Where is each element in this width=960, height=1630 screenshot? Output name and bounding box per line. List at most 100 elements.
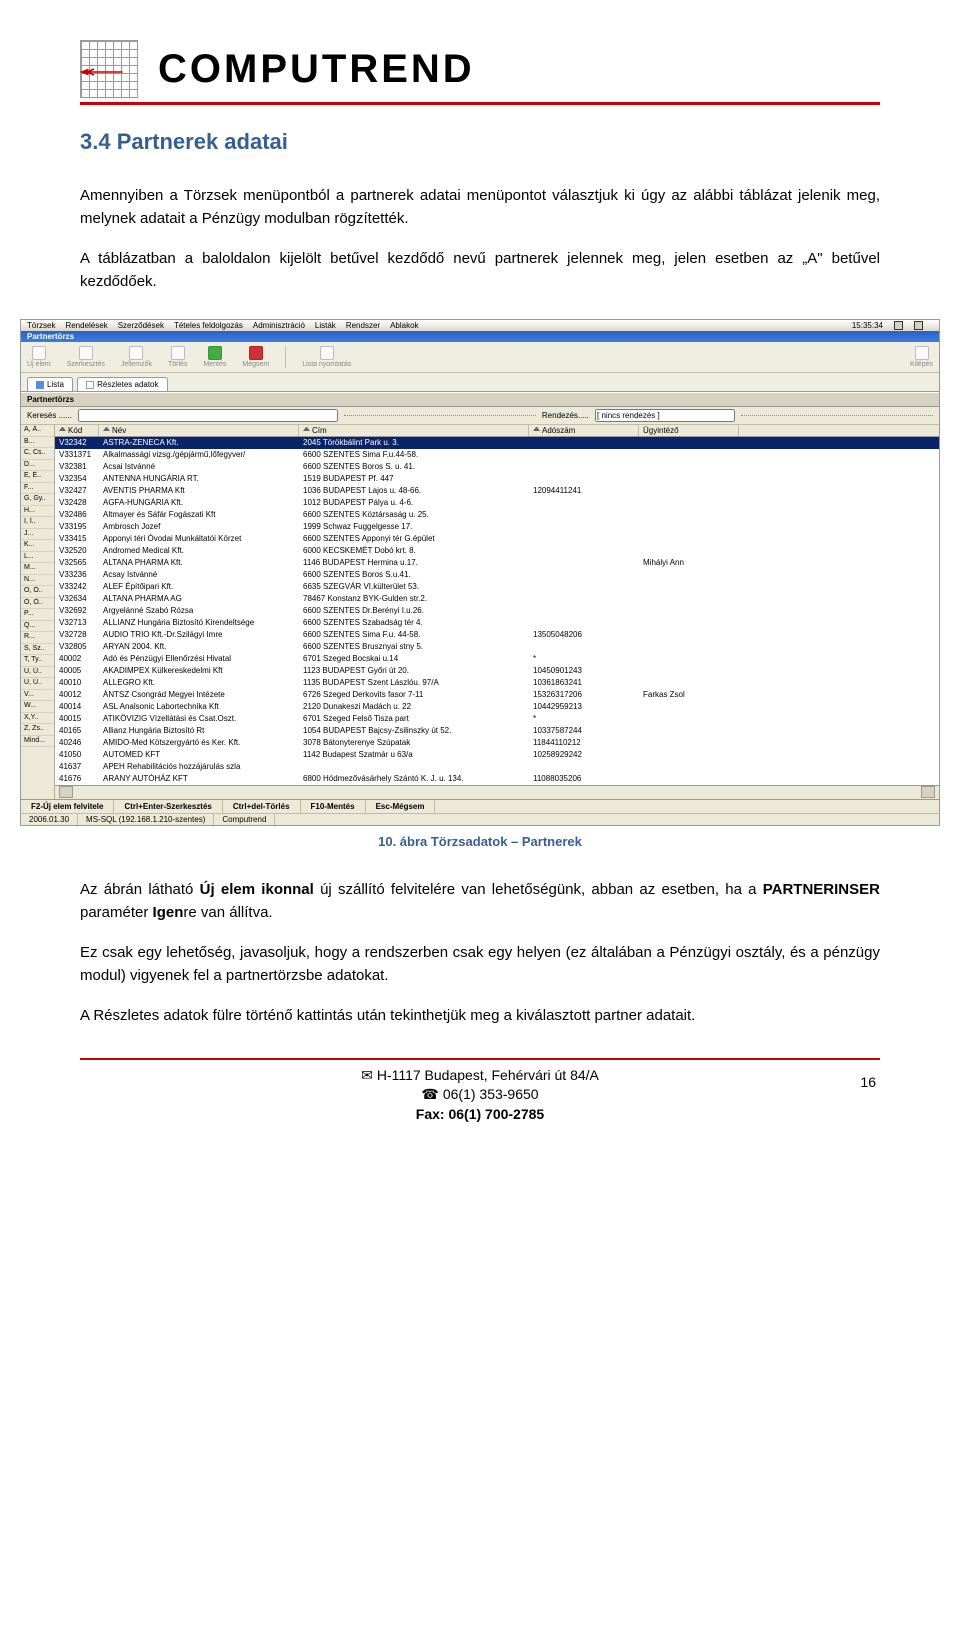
table-row[interactable]: V32381Acsai Istvánné6600 SZENTES Boros S… bbox=[55, 461, 939, 473]
table-row[interactable]: 40010ALLEGRO Kft.1135 BUDAPEST Szent Lás… bbox=[55, 677, 939, 689]
alpha-item[interactable]: E, É.. bbox=[21, 471, 54, 483]
alpha-item[interactable]: X,Y.. bbox=[21, 713, 54, 725]
table-row[interactable]: V32428AGFA-HUNGÁRIA Kft.1012 BUDAPEST Pá… bbox=[55, 497, 939, 509]
table-row[interactable]: V32728AUDIO TRIO Kft.-Dr.Szilágyi Imre66… bbox=[55, 629, 939, 641]
alpha-item[interactable]: Z, Zs.. bbox=[21, 724, 54, 736]
alpha-item[interactable]: B... bbox=[21, 437, 54, 449]
table-row[interactable]: V32342ASTRA-ZENECA Kft.2045 Törökbálint … bbox=[55, 437, 939, 449]
table-row[interactable]: 40002Adó és Pénzügyi Ellenőrzési Hivatal… bbox=[55, 653, 939, 665]
alpha-item[interactable]: V... bbox=[21, 690, 54, 702]
app-screenshot: Törzsek Rendelések Szerződések Tételes f… bbox=[20, 319, 940, 826]
alpha-item[interactable]: F... bbox=[21, 483, 54, 495]
menu-item[interactable]: Tételes feldolgozás bbox=[174, 321, 243, 330]
panel-title: Partnertörzs bbox=[21, 392, 939, 407]
alpha-item[interactable]: M... bbox=[21, 563, 54, 575]
grid-body[interactable]: V32342ASTRA-ZENECA Kft.2045 Törökbálint … bbox=[55, 437, 939, 785]
table-row[interactable]: V32427AVENTIS PHARMA Kft1036 BUDAPEST La… bbox=[55, 485, 939, 497]
document-icon bbox=[86, 381, 94, 389]
menu-item[interactable]: Rendelések bbox=[65, 321, 107, 330]
tb-cancel[interactable]: Mégsem bbox=[242, 346, 269, 368]
table-row[interactable]: 40165Allianz Hungária Biztosító Rt1054 B… bbox=[55, 725, 939, 737]
alpha-item[interactable]: P... bbox=[21, 609, 54, 621]
menu-item[interactable]: Listák bbox=[315, 321, 336, 330]
menu-item[interactable]: Rendszer bbox=[346, 321, 380, 330]
tb-new[interactable]: Új elem bbox=[27, 346, 51, 368]
table-row[interactable]: 40005AKADIMPEX Külkereskedelmi Kft1123 B… bbox=[55, 665, 939, 677]
figure-caption: 10. ábra Törzsadatok – Partnerek bbox=[80, 834, 880, 849]
table-row[interactable]: 41637APEH Rehabilitációs hozzájárulás sz… bbox=[55, 761, 939, 773]
minimize-icon[interactable] bbox=[894, 321, 903, 330]
alpha-item[interactable]: H... bbox=[21, 506, 54, 518]
paragraph-2: A táblázatban a baloldalon kijelölt betű… bbox=[80, 248, 880, 293]
alpha-item[interactable]: C, Cs.. bbox=[21, 448, 54, 460]
scroll-right-icon[interactable] bbox=[921, 786, 935, 798]
alpha-item[interactable]: R... bbox=[21, 632, 54, 644]
table-row[interactable]: V32565ALTANA PHARMA Kft.1146 BUDAPEST He… bbox=[55, 557, 939, 569]
table-row[interactable]: 40012ÁNTSZ Csongrád Megyei Intézete6726 … bbox=[55, 689, 939, 701]
col-ado[interactable]: Adószám bbox=[529, 425, 639, 436]
table-row[interactable]: V32713ALLIANZ Hungária Biztosító Kirende… bbox=[55, 617, 939, 629]
alpha-item[interactable]: U, Ú.. bbox=[21, 667, 54, 679]
sort-input[interactable] bbox=[595, 409, 735, 422]
table-row[interactable]: V32486Altmayer és Sáfár Fogászati Kft660… bbox=[55, 509, 939, 521]
horizontal-scrollbar[interactable] bbox=[55, 785, 939, 799]
alpha-item[interactable]: S, Sz.. bbox=[21, 644, 54, 656]
table-row[interactable]: 40014ASL Analsonic Labortechnika Kft2120… bbox=[55, 701, 939, 713]
tb-exit[interactable]: Kilépés bbox=[910, 346, 933, 368]
footer-rule bbox=[80, 1058, 880, 1060]
status-bar: 2006.01.30 MS-SQL (192.168.1.210-szentes… bbox=[21, 813, 939, 825]
table-row[interactable]: V32354ANTENNA HUNGÁRIA RT.1519 BUDAPEST … bbox=[55, 473, 939, 485]
table-row[interactable]: 41050AUTOMED KFT1142 Budapest Szatmár u … bbox=[55, 749, 939, 761]
alpha-item[interactable]: G, Gy.. bbox=[21, 494, 54, 506]
alpha-item[interactable]: K... bbox=[21, 540, 54, 552]
alpha-item[interactable]: Q... bbox=[21, 621, 54, 633]
table-row[interactable]: V32634ALTANA PHARMA AG78467 Konstanz BYK… bbox=[55, 593, 939, 605]
alpha-item[interactable]: L... bbox=[21, 552, 54, 564]
alpha-item[interactable]: Ö, Ő.. bbox=[21, 598, 54, 610]
alpha-item[interactable]: Mind... bbox=[21, 736, 54, 748]
menu-item[interactable]: Törzsek bbox=[27, 321, 55, 330]
search-input[interactable] bbox=[78, 409, 338, 422]
table-row[interactable]: 40246AMIDO-Med Kötszergyártó és Ker. Kft… bbox=[55, 737, 939, 749]
table-row[interactable]: V32805ARYAN 2004. Kft.6600 SZENTES Brusz… bbox=[55, 641, 939, 653]
table-row[interactable]: V331371Alkalmassági vizsg./gépjármű,lőfe… bbox=[55, 449, 939, 461]
col-cim[interactable]: Cím bbox=[299, 425, 529, 436]
scroll-left-icon[interactable] bbox=[59, 786, 73, 798]
alpha-item[interactable]: Ü, Ű.. bbox=[21, 678, 54, 690]
table-row[interactable]: V32692Argyelánné Szabó Rózsa6600 SZENTES… bbox=[55, 605, 939, 617]
tb-props[interactable]: Jellemzők bbox=[121, 346, 152, 368]
header-rule bbox=[80, 102, 880, 105]
grid: A, Á..B...C, Cs..D...E, É..F...G, Gy..H.… bbox=[21, 425, 939, 799]
alpha-item[interactable]: I, Í.. bbox=[21, 517, 54, 529]
table-row[interactable]: V33415Apponyi téri Óvodai Munkáltatói Kö… bbox=[55, 533, 939, 545]
tb-delete[interactable]: Törlés bbox=[168, 346, 187, 368]
col-ugy[interactable]: Ügyintéző bbox=[639, 425, 739, 436]
col-nev[interactable]: Név bbox=[99, 425, 299, 436]
table-row[interactable]: V33195Ambrosch Jozef1999 Schwaz Fuggelge… bbox=[55, 521, 939, 533]
alpha-item[interactable]: J... bbox=[21, 529, 54, 541]
table-row[interactable]: 41676ARANY AUTÓHÁZ KFT6800 Hódmezővásárh… bbox=[55, 773, 939, 785]
alpha-item[interactable]: A, Á.. bbox=[21, 425, 54, 437]
alpha-item[interactable]: O, Ó.. bbox=[21, 586, 54, 598]
menu-item[interactable]: Adminisztráció bbox=[253, 321, 305, 330]
alpha-item[interactable]: D... bbox=[21, 460, 54, 472]
table-row[interactable]: V33236Acsay Istvánné6600 SZENTES Boros S… bbox=[55, 569, 939, 581]
col-kod[interactable]: Kód bbox=[55, 425, 99, 436]
alpha-filter[interactable]: A, Á..B...C, Cs..D...E, É..F...G, Gy..H.… bbox=[21, 425, 55, 799]
table-row[interactable]: 40015ATIKÖVIZIG Vízellátási és Csat.Oszt… bbox=[55, 713, 939, 725]
table-row[interactable]: V33242ALEF Építőipari Kft.6635 SZEGVÁR V… bbox=[55, 581, 939, 593]
search-row: Keresés ...... Rendezés..... bbox=[21, 407, 939, 425]
tb-save[interactable]: Mentés bbox=[203, 346, 226, 368]
table-row[interactable]: V32520Andromed Medical Kft.6000 KECSKEMÉ… bbox=[55, 545, 939, 557]
tab-list[interactable]: Lista bbox=[27, 377, 73, 391]
tb-edit[interactable]: Szerkesztés bbox=[67, 346, 105, 368]
menu-item[interactable]: Ablakok bbox=[390, 321, 418, 330]
alpha-item[interactable]: T, Ty.. bbox=[21, 655, 54, 667]
tab-details[interactable]: Részletes adatok bbox=[77, 377, 167, 391]
close-icon[interactable] bbox=[914, 321, 923, 330]
header: COMPUTREND bbox=[80, 40, 880, 98]
menu-item[interactable]: Szerződések bbox=[118, 321, 164, 330]
alpha-item[interactable]: N... bbox=[21, 575, 54, 587]
tb-print[interactable]: Lista nyomtatás bbox=[302, 346, 351, 368]
alpha-item[interactable]: W... bbox=[21, 701, 54, 713]
